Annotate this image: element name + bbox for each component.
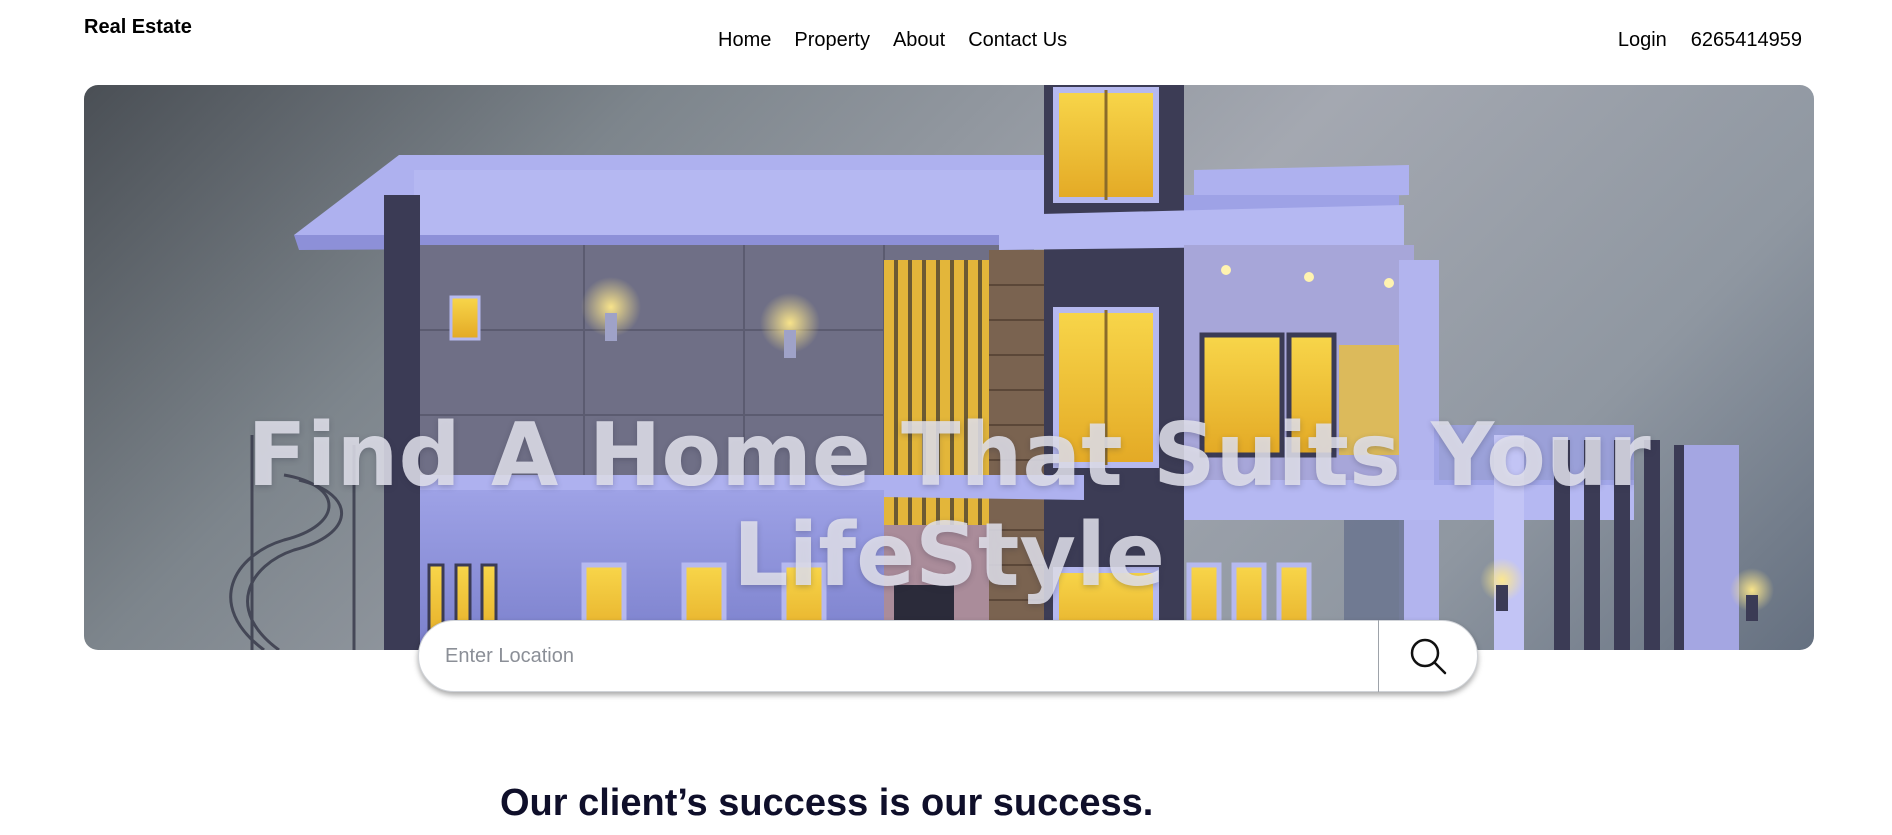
- phone-link[interactable]: 6265414959: [1691, 28, 1802, 52]
- hero-title: Find A Home That Suits Your LifeStyle: [247, 404, 1651, 606]
- nav-link-property[interactable]: Property: [794, 28, 870, 52]
- nav-link-about[interactable]: About: [893, 28, 945, 52]
- hero-banner: Find A Home That Suits Your LifeStyle: [84, 85, 1814, 650]
- nav-link-contact-us[interactable]: Contact Us: [968, 28, 1067, 52]
- location-search-input[interactable]: [419, 620, 1378, 692]
- header-actions: Login 6265414959: [1618, 28, 1802, 52]
- nav-link-home[interactable]: Home: [718, 28, 771, 52]
- location-search-bar: [418, 620, 1478, 692]
- page: Real Estate Home Property About Contact …: [0, 0, 1892, 835]
- search-icon: [1410, 638, 1447, 675]
- login-link[interactable]: Login: [1618, 28, 1667, 52]
- section-heading: Our client’s success is our success.: [500, 782, 1154, 824]
- main-nav: Home Property About Contact Us: [718, 28, 1090, 52]
- brand-logo[interactable]: Real Estate: [84, 16, 192, 39]
- search-button[interactable]: [1379, 621, 1477, 691]
